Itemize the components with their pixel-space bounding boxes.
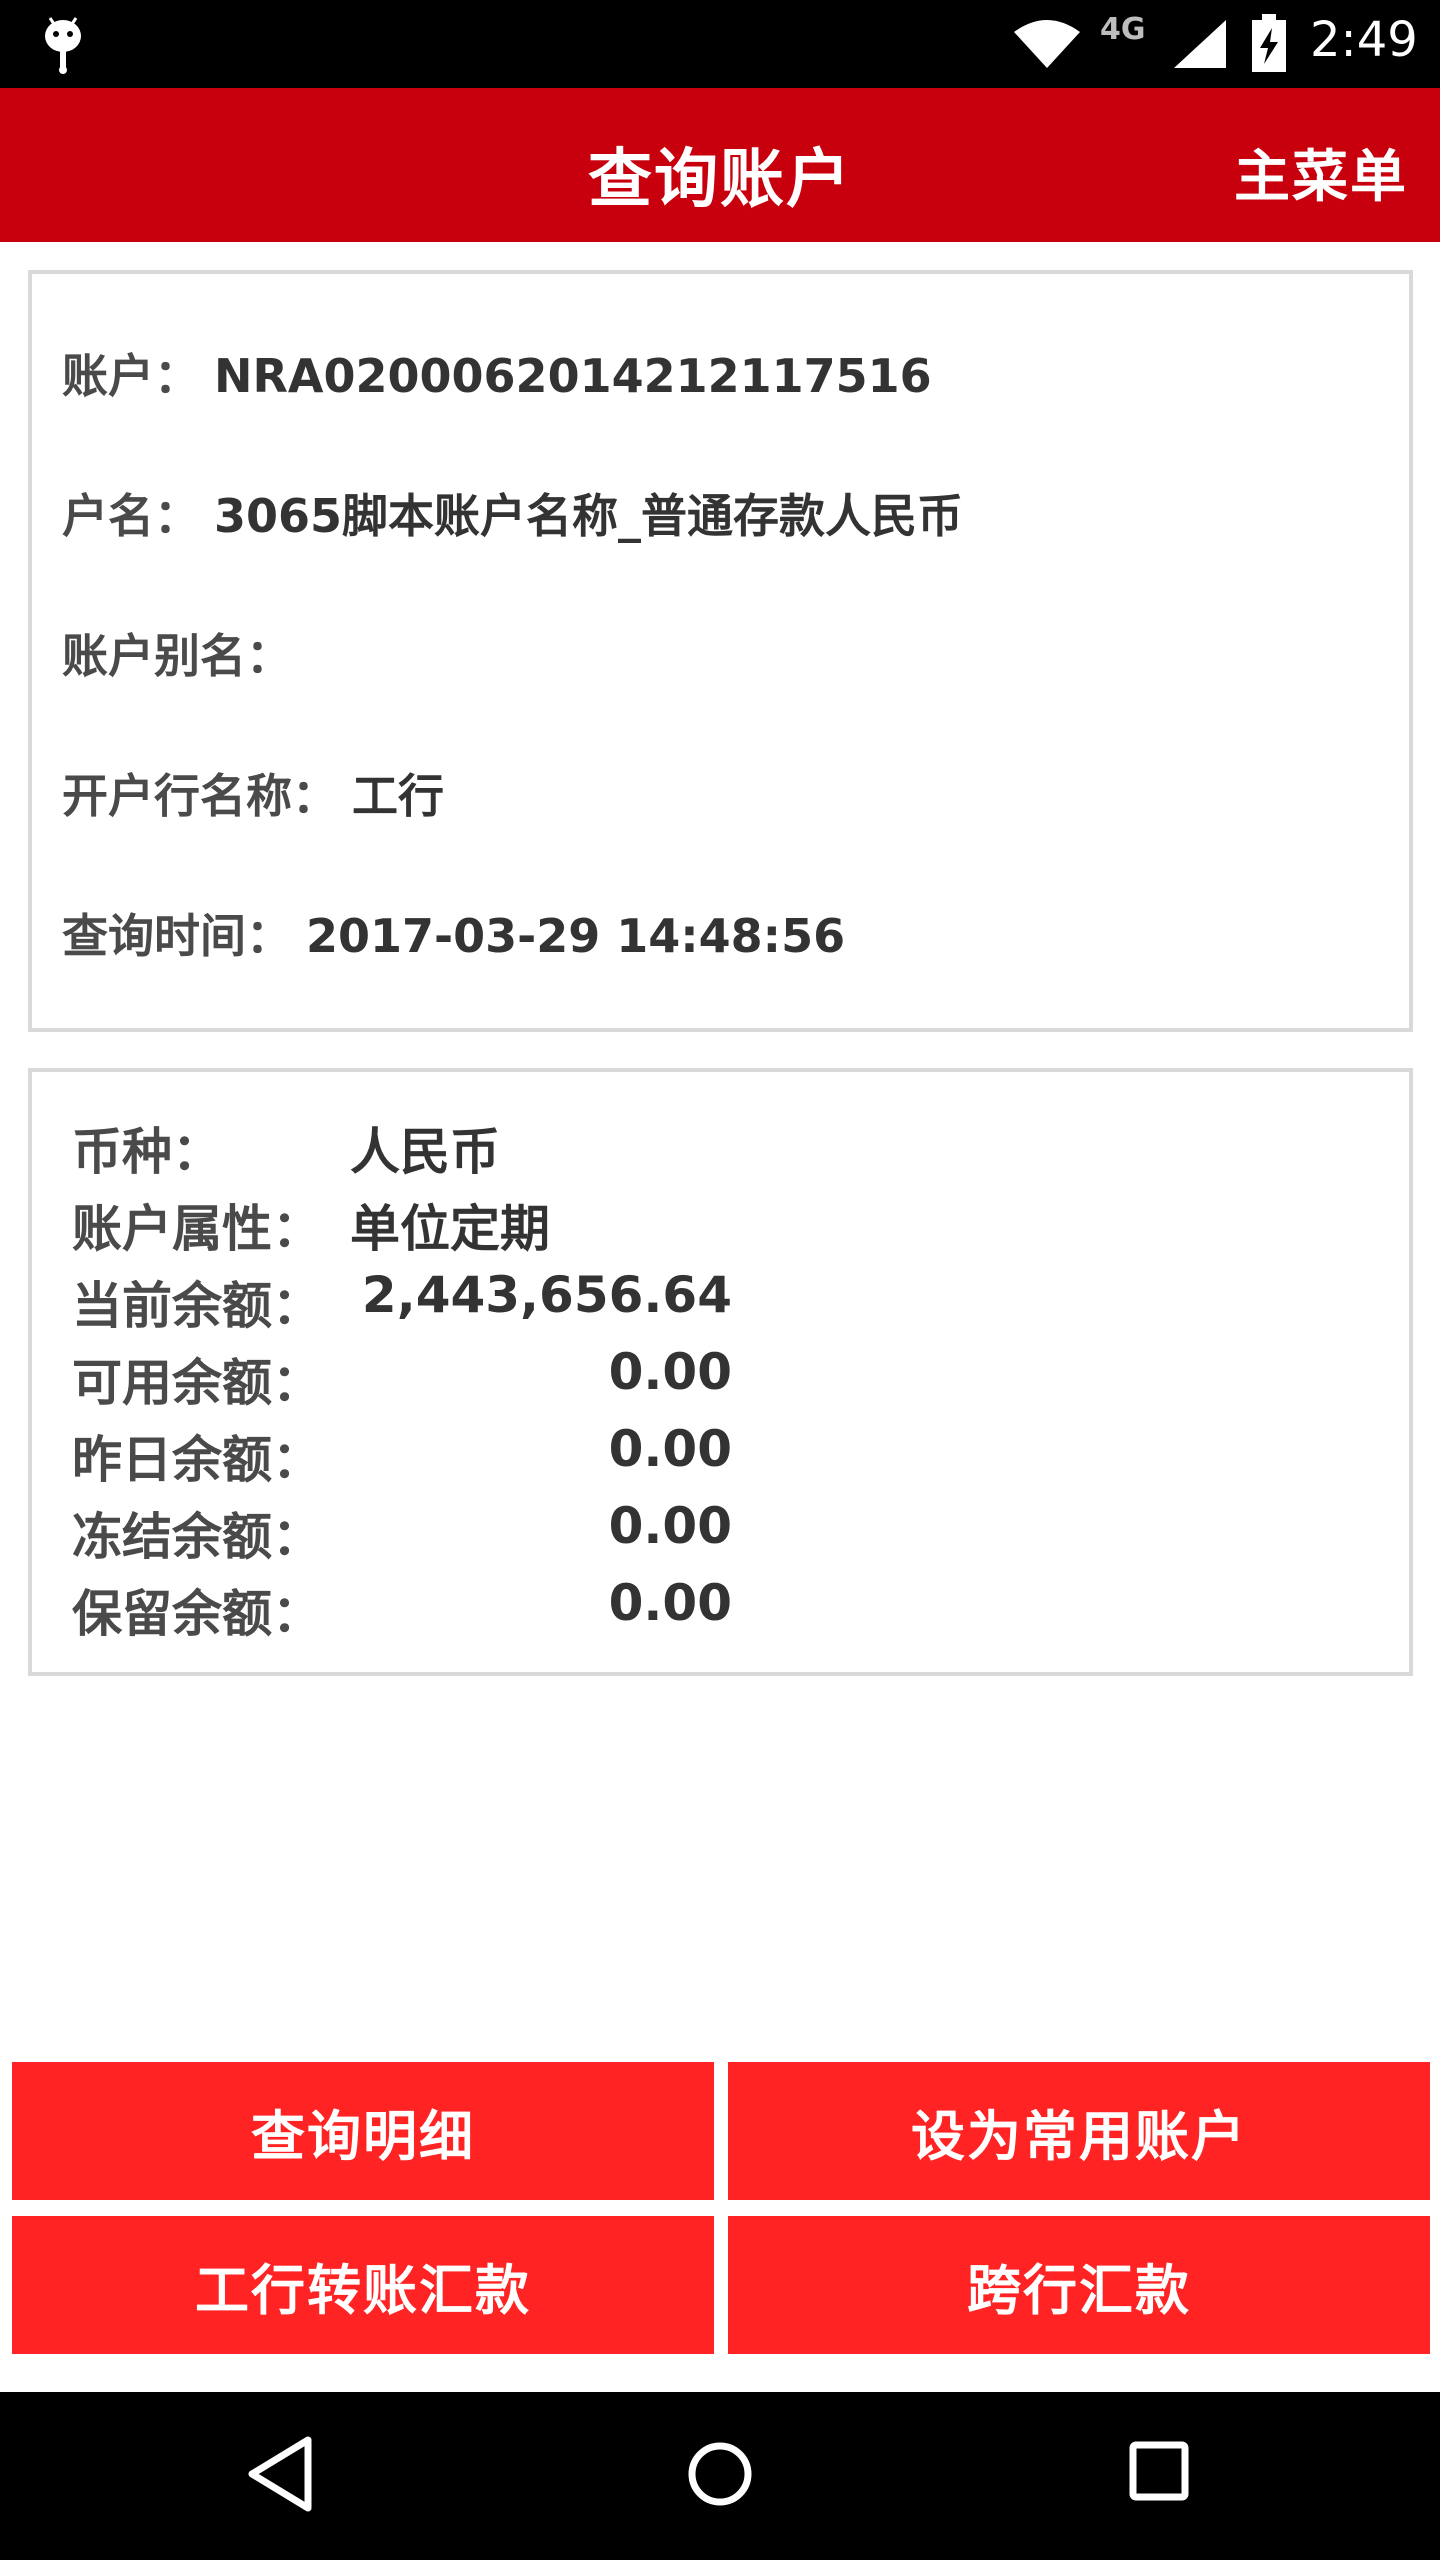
wifi-icon: [1014, 20, 1080, 68]
bank-name-label: 开户行名称：: [62, 769, 338, 823]
available-balance-label: 可用余额：: [72, 1354, 322, 1412]
currency-value: 人民币: [350, 1123, 500, 1181]
account-label: 账户：: [62, 349, 200, 403]
yesterday-balance-value: 0.00: [608, 1420, 732, 1478]
account-attribute-label: 账户属性：: [72, 1200, 322, 1258]
bank-name-row: 开户行名称： 工行: [62, 760, 444, 826]
interbank-transfer-button[interactable]: 跨行汇款: [728, 2216, 1430, 2354]
battery-charging-icon: [1252, 14, 1286, 72]
currency-label: 币种：: [72, 1123, 222, 1181]
yesterday-balance-label: 昨日余额：: [72, 1431, 322, 1489]
available-balance-value: 0.00: [608, 1343, 732, 1401]
bank-name-value: 工行: [352, 769, 444, 823]
back-icon[interactable]: [246, 2434, 316, 2514]
clock: 2:49: [1310, 12, 1418, 68]
account-name-label: 户名：: [62, 489, 200, 543]
screen: 4G 2:49 查询账户 主菜单 账户： NRA02000620142121175…: [0, 0, 1440, 2560]
reserved-balance-value: 0.00: [608, 1574, 732, 1632]
status-bar: 4G 2:49: [0, 0, 1440, 88]
account-alias-row: 账户别名：: [62, 620, 306, 686]
android-icon: [45, 17, 81, 74]
account-info-card: 账户： NRA0200062014212117516 户名： 3065脚本账户名称_…: [28, 270, 1413, 1032]
balance-card: 币种： 人民币 账户属性： 单位定期 当前余额： 2,443,656.64 可用…: [28, 1068, 1413, 1676]
current-balance-value: 2,443,656.64: [361, 1266, 732, 1324]
account-name-value: 3065脚本账户名称_普通存款人民币: [214, 489, 964, 543]
query-time-label: 查询时间：: [62, 909, 292, 963]
page-title: 查询账户: [588, 143, 852, 217]
main-menu-button[interactable]: 主菜单: [1234, 132, 1408, 213]
icbc-transfer-button[interactable]: 工行转账汇款: [12, 2216, 714, 2354]
frozen-balance-label: 冻结余额：: [72, 1508, 322, 1566]
reserved-balance-label: 保留余额：: [72, 1585, 322, 1643]
query-time-row: 查询时间： 2017-03-29 14:48:56: [62, 900, 845, 966]
signal-icon: [1174, 20, 1226, 68]
network-type-label: 4G: [1100, 12, 1146, 47]
home-icon[interactable]: [686, 2434, 754, 2514]
recent-apps-icon[interactable]: [1128, 2436, 1190, 2508]
account-alias-label: 账户别名：: [62, 629, 292, 683]
account-value: NRA0200062014212117516: [214, 349, 932, 403]
app-header: 查询账户 主菜单: [0, 88, 1440, 242]
query-detail-button[interactable]: 查询明细: [12, 2062, 714, 2200]
account-row: 账户： NRA0200062014212117516: [62, 340, 932, 406]
query-time-value: 2017-03-29 14:48:56: [306, 909, 846, 963]
account-attribute-value: 单位定期: [350, 1200, 550, 1258]
current-balance-label: 当前余额：: [72, 1277, 322, 1335]
frozen-balance-value: 0.00: [608, 1497, 732, 1555]
account-name-row: 户名： 3065脚本账户名称_普通存款人民币: [62, 480, 963, 546]
set-common-account-button[interactable]: 设为常用账户: [728, 2062, 1430, 2200]
navigation-bar: [0, 2392, 1440, 2560]
